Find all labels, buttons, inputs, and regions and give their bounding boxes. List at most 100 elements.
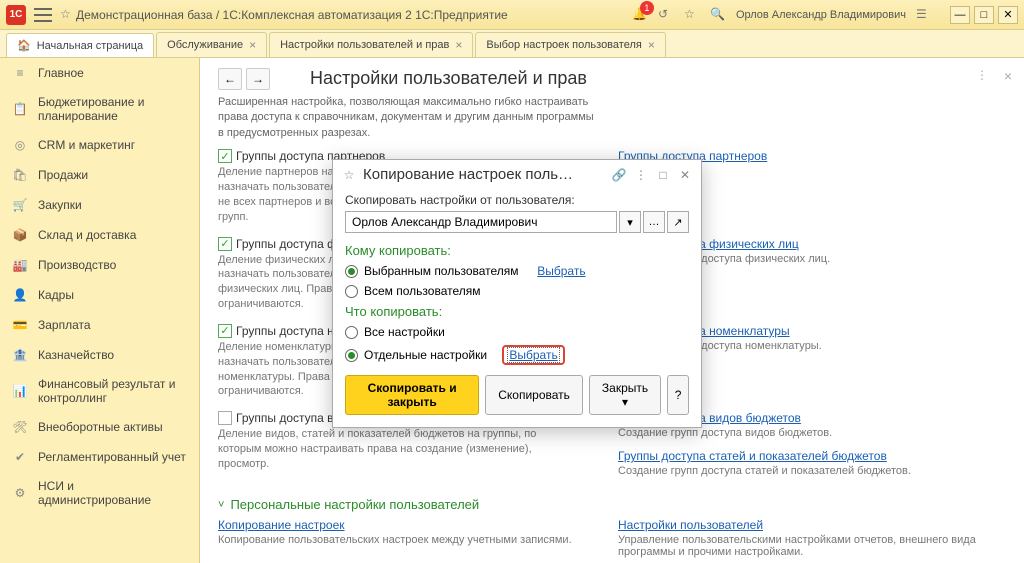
tab-label: Начальная страница xyxy=(37,40,143,52)
sidebar-item-assets[interactable]: 🛠Внеоборотные активы xyxy=(0,412,199,442)
bag-icon: 🛍 xyxy=(12,167,28,183)
sidebar-item-salary[interactable]: 💳 Зарплата xyxy=(0,310,199,340)
sidebar-item-label: Зарплата xyxy=(38,318,91,332)
menu-icon: ≡ xyxy=(12,65,28,81)
sidebar-item-label: Кадры xyxy=(38,288,74,302)
checkbox-partners[interactable]: ✓ xyxy=(218,149,232,163)
star-icon[interactable]: ☆ xyxy=(341,167,357,183)
close-dialog-button[interactable]: Закрыть ▾ xyxy=(589,375,661,415)
sidebar-item-treasury[interactable]: 🏦 Казначейство xyxy=(0,340,199,370)
section-label: Персональные настройки пользователей xyxy=(230,497,479,512)
tab-maintenance[interactable]: Обслуживание × xyxy=(156,32,267,57)
sidebar-item-warehouse[interactable]: 📦 Склад и доставка xyxy=(0,220,199,250)
sidebar-item-finance[interactable]: 📊Финансовый результат и контроллинг xyxy=(0,370,199,412)
sidebar-item-label: Регламентированный учет xyxy=(38,450,186,464)
wallet-icon: 💳 xyxy=(12,317,28,333)
tab-user-settings[interactable]: Настройки пользователей и прав× xyxy=(269,32,473,57)
radio-all-users[interactable] xyxy=(345,285,358,298)
open-button[interactable]: ↗ xyxy=(667,211,689,233)
forward-button[interactable]: → xyxy=(246,68,270,90)
page-title: Настройки пользователей и прав xyxy=(310,68,587,89)
more-icon[interactable]: ⋮ xyxy=(633,167,649,183)
checkbox-nomenclature[interactable]: ✓ xyxy=(218,324,232,338)
bell-icon[interactable]: 🔔 xyxy=(632,7,648,23)
sidebar-item-budgeting[interactable]: 📋Бюджетирование и планирование xyxy=(0,88,199,130)
sidebar-item-label: НСИ и администрирование xyxy=(38,479,187,507)
help-button[interactable]: ? xyxy=(667,375,689,415)
sidebar-item-accounting[interactable]: ✔ Регламентированный учет xyxy=(0,442,199,472)
back-button[interactable]: ← xyxy=(218,68,242,90)
window-title: Демонстрационная база / 1С:Комплексная а… xyxy=(76,8,632,22)
equalizer-icon[interactable]: ☰ xyxy=(916,7,932,23)
copy-settings-dialog: ☆ Копирование настроек поль… 🔗 ⋮ □ ✕ Ско… xyxy=(332,159,702,428)
star-icon[interactable]: ☆ xyxy=(60,7,76,23)
desc-text: Копирование пользовательских настроек ме… xyxy=(218,534,578,546)
tab-select-settings[interactable]: Выбор настроек пользователя × xyxy=(475,32,665,57)
check-icon: ✔ xyxy=(12,449,28,465)
sidebar-item-crm[interactable]: ◎CRM и маркетинг xyxy=(0,130,199,160)
sidebar-item-sales[interactable]: 🛍 Продажи xyxy=(0,160,199,190)
radio-specific-settings[interactable] xyxy=(345,349,358,362)
sidebar-item-production[interactable]: 🏭 Производство xyxy=(0,250,199,280)
sidebar: ≡Главное 📋Бюджетирование и планирование … xyxy=(0,58,200,563)
section-personal-settings[interactable]: Персональные настройки пользователей xyxy=(218,491,1006,518)
tab-home[interactable]: 🏠 Начальная страница xyxy=(6,33,154,57)
radio-label: Выбранным пользователям xyxy=(364,264,519,278)
cart-icon: 🛒 xyxy=(12,197,28,213)
tab-label: Обслуживание xyxy=(167,39,243,51)
dropdown-button[interactable]: ▾ xyxy=(619,211,641,233)
close-button[interactable]: ✕ xyxy=(998,6,1018,24)
more-icon[interactable]: ⋮ xyxy=(976,68,988,82)
close-icon[interactable]: × xyxy=(249,38,256,52)
from-label: Скопировать настройки от пользователя: xyxy=(345,193,689,207)
link-budget-articles[interactable]: Группы доступа статей и показателей бюдж… xyxy=(618,449,887,463)
button-label: Закрыть xyxy=(602,381,648,395)
close-icon[interactable]: × xyxy=(1004,68,1012,84)
sidebar-item-label: Производство xyxy=(38,258,116,272)
dialog-title: Копирование настроек поль… xyxy=(363,166,605,183)
person-icon: 👤 xyxy=(12,287,28,303)
sidebar-item-purchases[interactable]: 🛒Закупки xyxy=(0,190,199,220)
radio-selected-users[interactable] xyxy=(345,265,358,278)
sidebar-item-main[interactable]: ≡ Главное xyxy=(0,58,199,88)
chart-icon: 📊 xyxy=(12,383,28,399)
link-icon[interactable]: 🔗 xyxy=(611,167,627,183)
radio-all-settings[interactable] xyxy=(345,326,358,339)
menu-icon[interactable] xyxy=(34,8,52,22)
history-icon[interactable]: ↺ xyxy=(658,7,674,23)
from-user-input[interactable] xyxy=(345,211,617,233)
sidebar-item-label: Продажи xyxy=(38,168,88,182)
checkbox-budgets[interactable]: ✓ xyxy=(218,411,232,425)
tab-label: Выбор настроек пользователя xyxy=(486,39,641,51)
sidebar-item-hr[interactable]: 👤 Кадры xyxy=(0,280,199,310)
group-what-title: Что копировать: xyxy=(345,304,689,319)
maximize-icon[interactable]: □ xyxy=(655,167,671,183)
maximize-button[interactable]: □ xyxy=(974,6,994,24)
favorite-icon[interactable]: ☆ xyxy=(684,7,700,23)
select-button[interactable]: … xyxy=(643,211,665,233)
sidebar-item-label: Бюджетирование и планирование xyxy=(38,95,187,123)
link-select-users[interactable]: Выбрать xyxy=(537,264,585,278)
sidebar-item-label: Казначейство xyxy=(38,348,114,362)
link-user-settings[interactable]: Настройки пользователей xyxy=(618,518,763,532)
sidebar-item-label: Главное xyxy=(38,66,84,80)
factory-icon: 🏭 xyxy=(12,257,28,273)
checkbox-individuals[interactable]: ✓ xyxy=(218,237,232,251)
close-icon[interactable]: ✕ xyxy=(677,167,693,183)
search-icon[interactable]: 🔍 xyxy=(710,7,726,23)
desc-text: Создание групп доступа видов бюджетов. xyxy=(618,427,1006,439)
user-name[interactable]: Орлов Александр Владимирович xyxy=(736,9,906,21)
box-icon: 📦 xyxy=(12,227,28,243)
sidebar-item-label: Склад и доставка xyxy=(38,228,136,242)
link-copy-settings[interactable]: Копирование настроек xyxy=(218,518,345,532)
close-icon[interactable]: × xyxy=(648,38,655,52)
minimize-button[interactable]: — xyxy=(950,6,970,24)
copy-and-close-button[interactable]: Скопировать и закрыть xyxy=(345,375,479,415)
close-icon[interactable]: × xyxy=(455,38,462,52)
page-desc: Расширенная настройка, позволяющая макси… xyxy=(218,95,598,141)
bank-icon: 🏦 xyxy=(12,347,28,363)
sidebar-item-admin[interactable]: ⚙НСИ и администрирование xyxy=(0,472,199,514)
link-select-settings[interactable]: Выбрать xyxy=(507,347,559,363)
radio-label: Всем пользователям xyxy=(364,284,481,298)
copy-button[interactable]: Скопировать xyxy=(485,375,583,415)
